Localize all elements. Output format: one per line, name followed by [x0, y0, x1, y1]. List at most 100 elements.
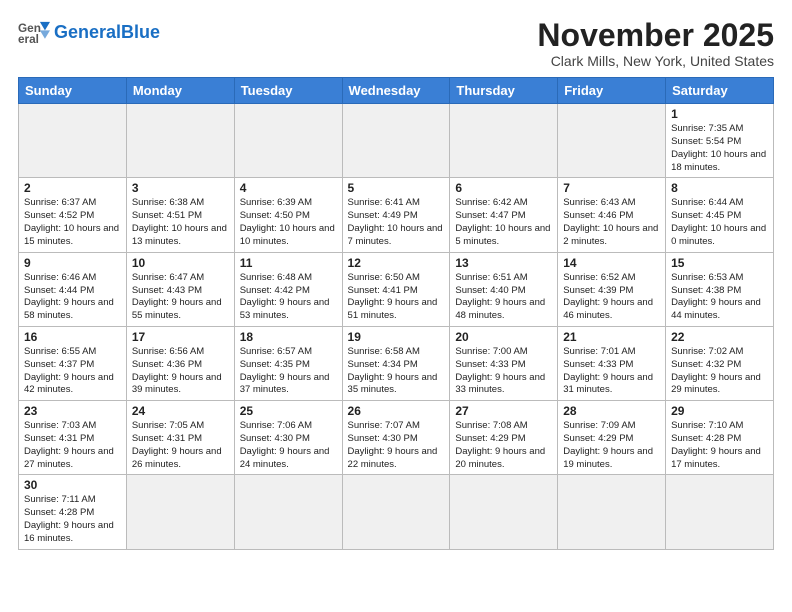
- day-info: Sunrise: 6:51 AM Sunset: 4:40 PM Dayligh…: [455, 272, 552, 323]
- day-number: 8: [671, 181, 768, 195]
- calendar-week-row: 16 Sunrise: 6:55 AM Sunset: 4:37 PM Dayli…: [19, 326, 774, 400]
- calendar-week-row: 23 Sunrise: 7:03 AM Sunset: 4:31 PM Dayli…: [19, 401, 774, 475]
- day-number: 12: [348, 256, 445, 270]
- calendar-cell: 17Sunrise: 6:56 AM Sunset: 4:36 PM Dayli…: [126, 326, 234, 400]
- calendar-cell: [558, 475, 666, 549]
- calendar: Sunday Monday Tuesday Wednesday Thursday…: [18, 77, 774, 550]
- day-number: 23: [24, 404, 121, 418]
- calendar-week-row: 30 Sunrise: 7:11 AM Sunset: 4:28 PM Dayli…: [19, 475, 774, 549]
- svg-text:eral: eral: [18, 33, 39, 46]
- day-info: Sunrise: 7:02 AM Sunset: 4:32 PM Dayligh…: [671, 346, 768, 397]
- header-wednesday: Wednesday: [342, 78, 450, 104]
- day-number: 2: [24, 181, 121, 195]
- day-info: Sunrise: 6:50 AM Sunset: 4:41 PM Dayligh…: [348, 272, 445, 323]
- day-info: Sunrise: 6:41 AM Sunset: 4:49 PM Dayligh…: [348, 197, 445, 248]
- calendar-cell: 28 Sunrise: 7:09 AM Sunset: 4:29 PM Dayli…: [558, 401, 666, 475]
- day-number: 16: [24, 330, 121, 344]
- day-info: Sunrise: 6:55 AM Sunset: 4:37 PM Dayligh…: [24, 346, 121, 397]
- day-number: 10: [132, 256, 229, 270]
- day-info: Sunrise: 7:07 AM Sunset: 4:30 PM Dayligh…: [348, 420, 445, 471]
- day-number: 30: [24, 478, 121, 492]
- header-monday: Monday: [126, 78, 234, 104]
- day-info: Sunrise: 6:48 AM Sunset: 4:42 PM Dayligh…: [240, 272, 337, 323]
- calendar-week-row: 9Sunrise: 6:46 AM Sunset: 4:44 PM Daylig…: [19, 252, 774, 326]
- calendar-cell: 8Sunrise: 6:44 AM Sunset: 4:45 PM Daylig…: [666, 178, 774, 252]
- header-saturday: Saturday: [666, 78, 774, 104]
- calendar-cell: [19, 104, 127, 178]
- day-number: 13: [455, 256, 552, 270]
- calendar-cell: [450, 104, 558, 178]
- day-number: 14: [563, 256, 660, 270]
- day-number: 15: [671, 256, 768, 270]
- day-info: Sunrise: 6:53 AM Sunset: 4:38 PM Dayligh…: [671, 272, 768, 323]
- calendar-cell: 7Sunrise: 6:43 AM Sunset: 4:46 PM Daylig…: [558, 178, 666, 252]
- header-thursday: Thursday: [450, 78, 558, 104]
- calendar-cell: [234, 475, 342, 549]
- calendar-cell: 1Sunrise: 7:35 AM Sunset: 5:54 PM Daylig…: [666, 104, 774, 178]
- day-info: Sunrise: 7:11 AM Sunset: 4:28 PM Dayligh…: [24, 494, 121, 545]
- header-tuesday: Tuesday: [234, 78, 342, 104]
- day-info: Sunrise: 6:37 AM Sunset: 4:52 PM Dayligh…: [24, 197, 121, 248]
- day-number: 26: [348, 404, 445, 418]
- day-info: Sunrise: 6:42 AM Sunset: 4:47 PM Dayligh…: [455, 197, 552, 248]
- calendar-cell: [558, 104, 666, 178]
- calendar-cell: 30 Sunrise: 7:11 AM Sunset: 4:28 PM Dayli…: [19, 475, 127, 549]
- calendar-cell: [234, 104, 342, 178]
- location: Clark Mills, New York, United States: [537, 53, 774, 69]
- header-friday: Friday: [558, 78, 666, 104]
- logo-text: GeneralBlue: [54, 23, 160, 41]
- calendar-cell: 14 Sunrise: 6:52 AM Sunset: 4:39 PM Dayli…: [558, 252, 666, 326]
- calendar-cell: [450, 475, 558, 549]
- calendar-cell: [126, 104, 234, 178]
- calendar-week-row: 1Sunrise: 7:35 AM Sunset: 5:54 PM Daylig…: [19, 104, 774, 178]
- calendar-cell: 15 Sunrise: 6:53 AM Sunset: 4:38 PM Dayli…: [666, 252, 774, 326]
- calendar-cell: 22 Sunrise: 7:02 AM Sunset: 4:32 PM Dayli…: [666, 326, 774, 400]
- day-info: Sunrise: 6:56 AM Sunset: 4:36 PM Dayligh…: [132, 346, 229, 397]
- calendar-cell: 3 Sunrise: 6:38 AM Sunset: 4:51 PM Daylig…: [126, 178, 234, 252]
- header: Gen eral GeneralBlue November 2025 Clark…: [18, 18, 774, 69]
- day-info: Sunrise: 7:03 AM Sunset: 4:31 PM Dayligh…: [24, 420, 121, 471]
- day-info: Sunrise: 6:57 AM Sunset: 4:35 PM Dayligh…: [240, 346, 337, 397]
- title-block: November 2025 Clark Mills, New York, Uni…: [537, 18, 774, 69]
- logo: Gen eral GeneralBlue: [18, 18, 160, 46]
- day-info: Sunrise: 7:01 AM Sunset: 4:33 PM Dayligh…: [563, 346, 660, 397]
- calendar-cell: 6 Sunrise: 6:42 AM Sunset: 4:47 PM Daylig…: [450, 178, 558, 252]
- day-info: Sunrise: 7:10 AM Sunset: 4:28 PM Dayligh…: [671, 420, 768, 471]
- calendar-cell: 29 Sunrise: 7:10 AM Sunset: 4:28 PM Dayli…: [666, 401, 774, 475]
- calendar-cell: 16 Sunrise: 6:55 AM Sunset: 4:37 PM Dayli…: [19, 326, 127, 400]
- calendar-cell: 10 Sunrise: 6:47 AM Sunset: 4:43 PM Dayli…: [126, 252, 234, 326]
- day-number: 22: [671, 330, 768, 344]
- day-info: Sunrise: 6:52 AM Sunset: 4:39 PM Dayligh…: [563, 272, 660, 323]
- calendar-cell: 5 Sunrise: 6:41 AM Sunset: 4:49 PM Daylig…: [342, 178, 450, 252]
- day-number: 29: [671, 404, 768, 418]
- day-number: 21: [563, 330, 660, 344]
- day-info: Sunrise: 6:58 AM Sunset: 4:34 PM Dayligh…: [348, 346, 445, 397]
- calendar-cell: 13 Sunrise: 6:51 AM Sunset: 4:40 PM Dayli…: [450, 252, 558, 326]
- calendar-cell: 26 Sunrise: 7:07 AM Sunset: 4:30 PM Dayli…: [342, 401, 450, 475]
- day-number: 6: [455, 181, 552, 195]
- day-number: 28: [563, 404, 660, 418]
- calendar-cell: 18Sunrise: 6:57 AM Sunset: 4:35 PM Dayli…: [234, 326, 342, 400]
- calendar-cell: 12 Sunrise: 6:50 AM Sunset: 4:41 PM Dayli…: [342, 252, 450, 326]
- calendar-cell: 23 Sunrise: 7:03 AM Sunset: 4:31 PM Dayli…: [19, 401, 127, 475]
- calendar-cell: [666, 475, 774, 549]
- day-number: 11: [240, 256, 337, 270]
- day-info: Sunrise: 6:47 AM Sunset: 4:43 PM Dayligh…: [132, 272, 229, 323]
- day-number: 3: [132, 181, 229, 195]
- day-info: Sunrise: 7:09 AM Sunset: 4:29 PM Dayligh…: [563, 420, 660, 471]
- day-number: 5: [348, 181, 445, 195]
- day-number: 19: [348, 330, 445, 344]
- day-info: Sunrise: 6:38 AM Sunset: 4:51 PM Dayligh…: [132, 197, 229, 248]
- day-number: 9: [24, 256, 121, 270]
- calendar-cell: [126, 475, 234, 549]
- calendar-cell: 19 Sunrise: 6:58 AM Sunset: 4:34 PM Dayli…: [342, 326, 450, 400]
- weekday-header-row: Sunday Monday Tuesday Wednesday Thursday…: [19, 78, 774, 104]
- calendar-cell: 9Sunrise: 6:46 AM Sunset: 4:44 PM Daylig…: [19, 252, 127, 326]
- calendar-cell: 24Sunrise: 7:05 AM Sunset: 4:31 PM Dayli…: [126, 401, 234, 475]
- calendar-cell: [342, 104, 450, 178]
- day-number: 20: [455, 330, 552, 344]
- day-info: Sunrise: 7:35 AM Sunset: 5:54 PM Dayligh…: [671, 123, 768, 174]
- calendar-cell: 11 Sunrise: 6:48 AM Sunset: 4:42 PM Dayli…: [234, 252, 342, 326]
- day-info: Sunrise: 7:06 AM Sunset: 4:30 PM Dayligh…: [240, 420, 337, 471]
- calendar-cell: 2 Sunrise: 6:37 AM Sunset: 4:52 PM Daylig…: [19, 178, 127, 252]
